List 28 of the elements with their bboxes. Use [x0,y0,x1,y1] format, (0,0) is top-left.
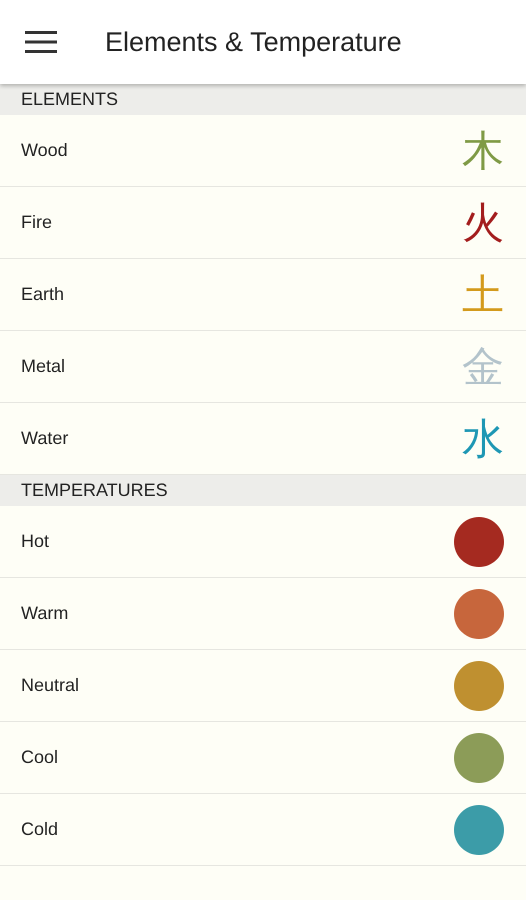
chinese-character: 水 [462,418,504,460]
chinese-character: 火 [462,202,504,244]
list-item[interactable]: Warm [0,578,526,650]
section-header: ELEMENTS [0,84,526,115]
item-label: Metal [21,356,66,377]
chinese-character: 木 [462,130,504,172]
list-item[interactable]: Cold [0,794,526,866]
list-item[interactable]: Metal 金 [0,331,526,403]
item-label: Warm [21,603,68,624]
app-title: Elements & Temperature [105,26,402,58]
list-item[interactable]: Earth 土 [0,259,526,331]
item-label: Wood [21,140,68,161]
list-item[interactable]: Fire 火 [0,187,526,259]
list-item[interactable]: Neutral [0,650,526,722]
list-item[interactable]: Cool [0,722,526,794]
item-label: Hot [21,531,50,552]
chinese-character: 金 [462,346,504,388]
item-label: Earth [21,284,64,305]
section-header: TEMPERATURES [0,475,526,506]
menu-icon[interactable] [25,30,57,54]
item-label: Neutral [21,675,80,696]
item-label: Cool [21,747,58,768]
list-item[interactable]: Hot [0,506,526,578]
item-label: Cold [21,819,58,840]
chinese-character: 土 [462,274,504,316]
item-label: Water [21,428,68,449]
list-item[interactable]: Wood 木 [0,115,526,187]
item-label: Fire [21,212,52,233]
